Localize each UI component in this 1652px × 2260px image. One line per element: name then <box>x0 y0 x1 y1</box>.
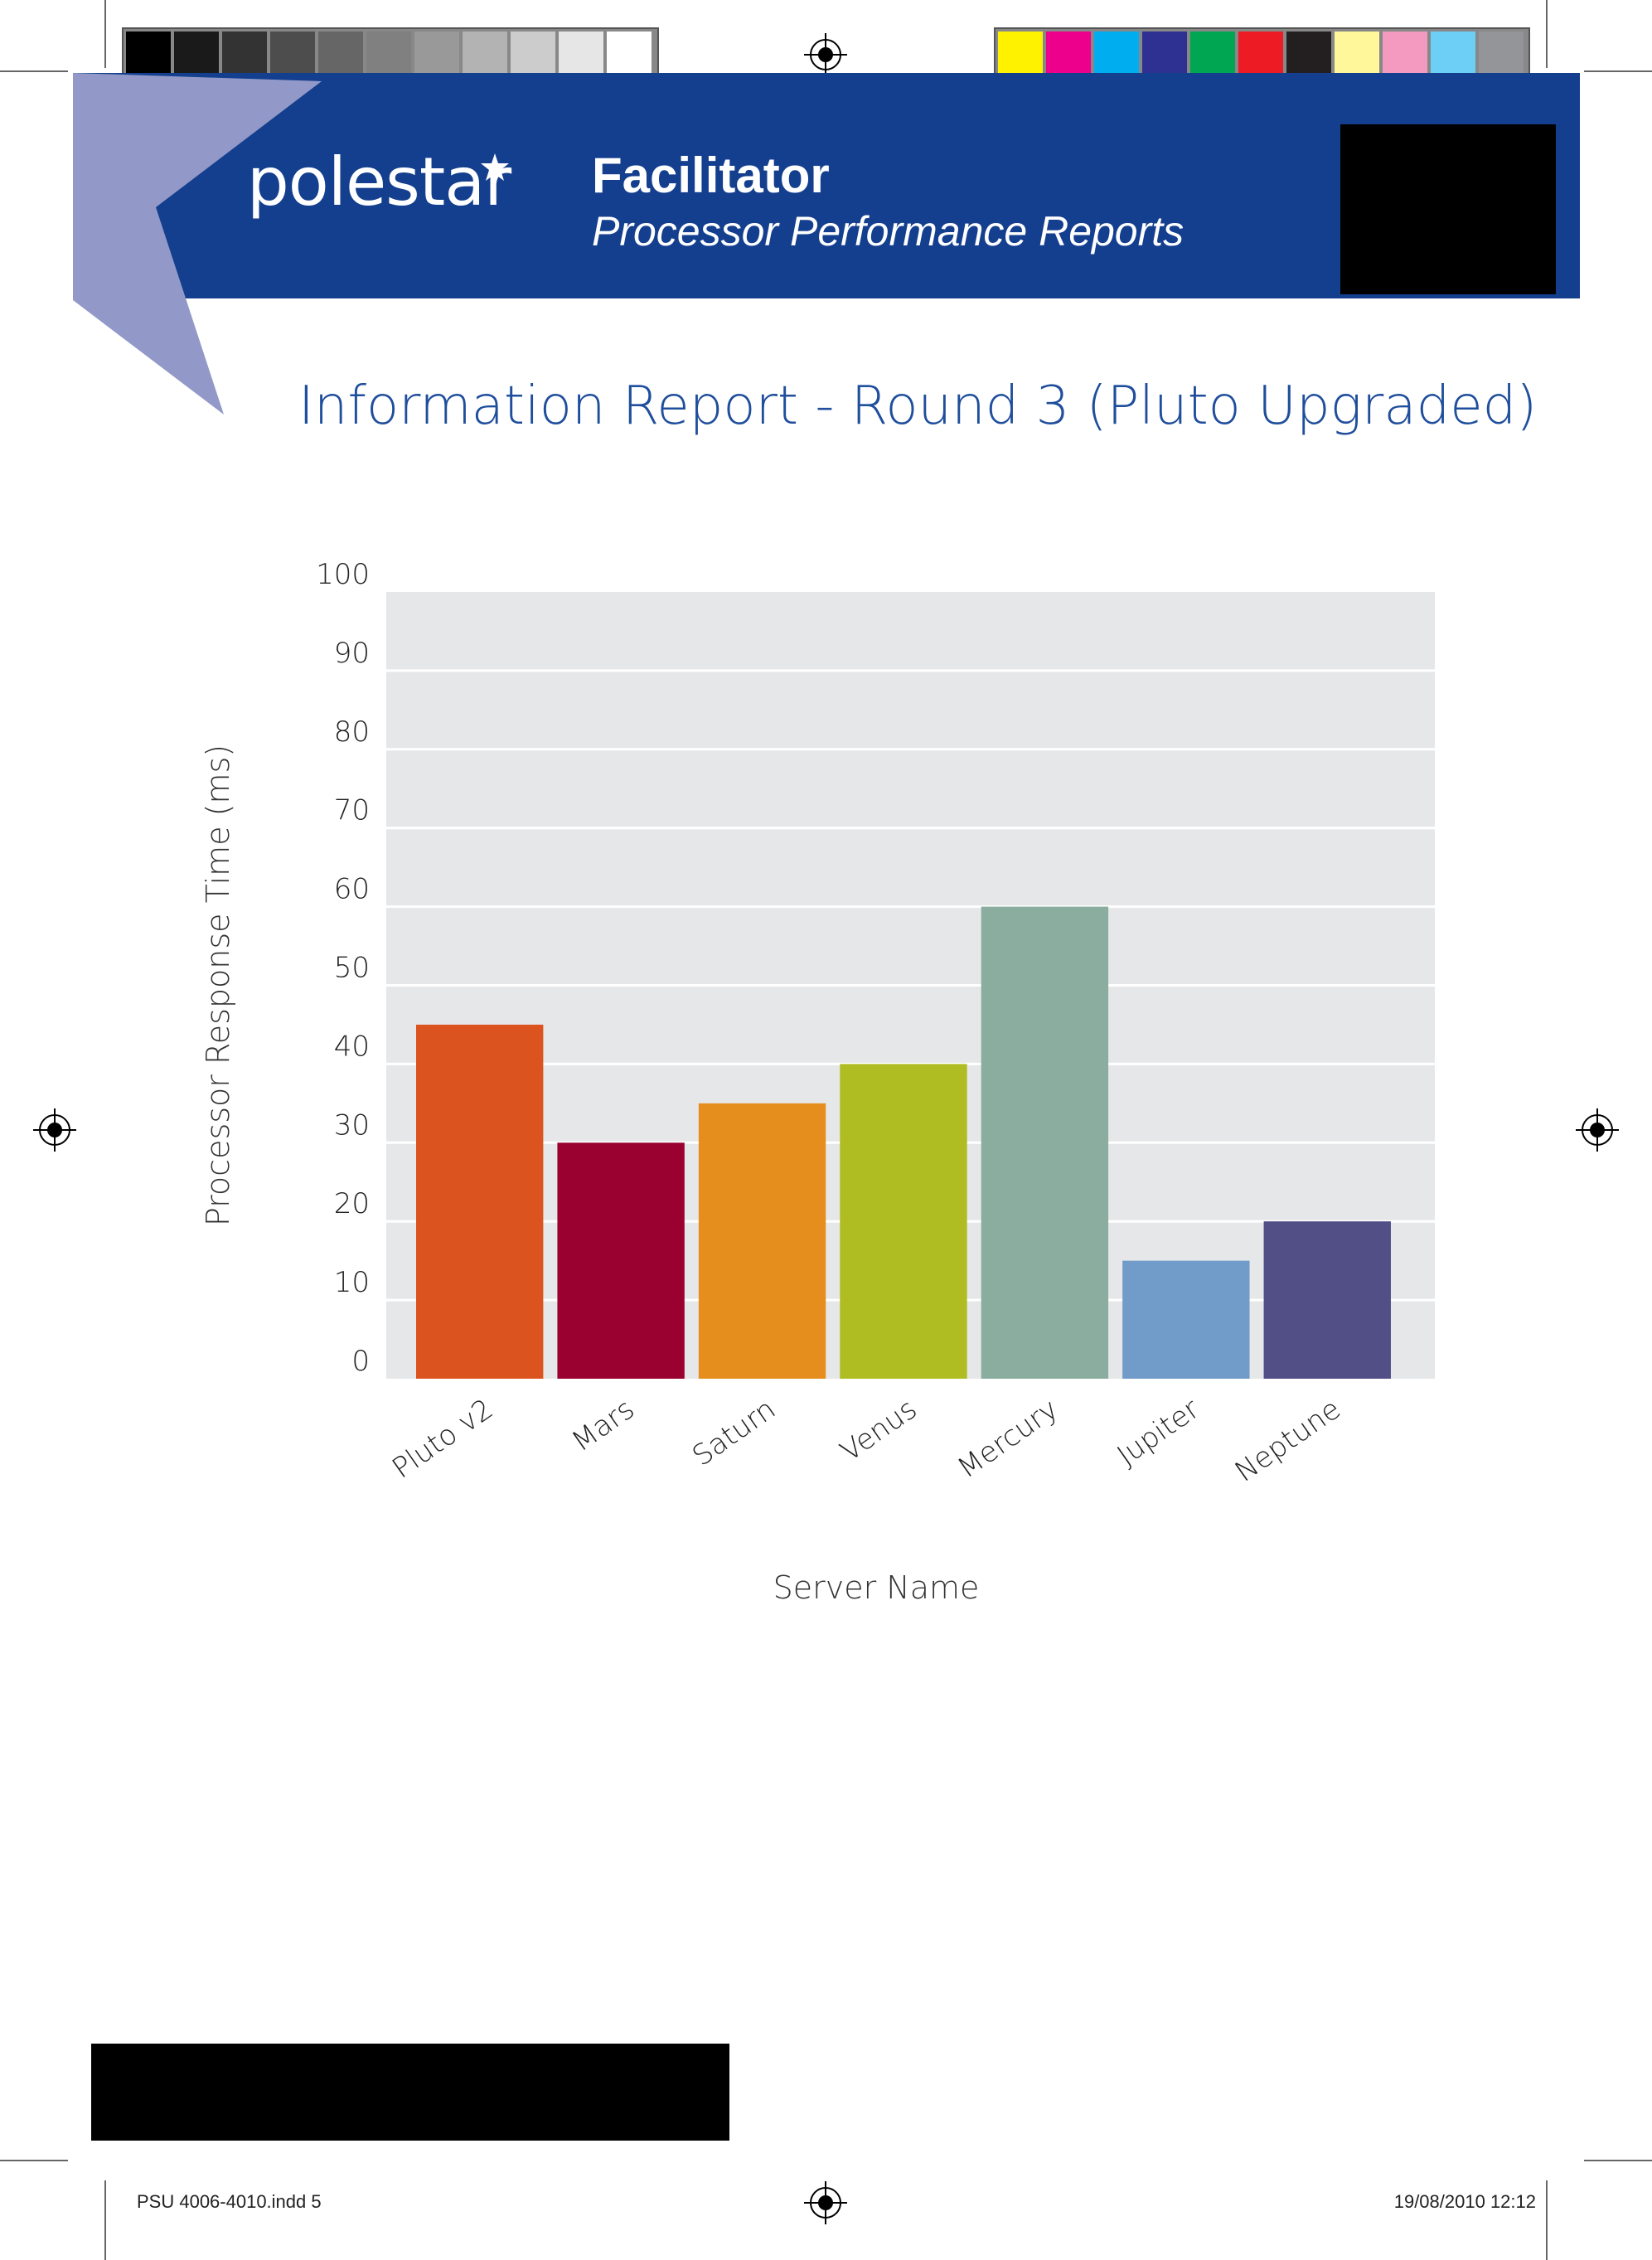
color-swatch <box>1190 32 1235 76</box>
bar-pluto-v2 <box>416 1024 544 1379</box>
registration-mark-right-icon <box>1576 1108 1619 1152</box>
grayscale-swatch <box>607 32 652 76</box>
y-tick-labels: 0 10 20 30 40 50 60 70 80 90 100 <box>316 558 370 1378</box>
registration-mark-bottom-icon <box>804 2181 847 2224</box>
bar-neptune <box>1263 1221 1391 1379</box>
bar-chart: 0 10 20 30 40 50 60 70 80 90 100 Pluto v2 Mars Satur… <box>200 558 1435 1606</box>
grayscale-swatch <box>318 32 363 76</box>
color-swatch <box>1046 32 1091 76</box>
grayscale-swatch <box>463 32 507 76</box>
y-tick-label: 40 <box>334 1030 370 1063</box>
footer-file-label: PSU 4006-4010.indd 5 <box>137 2191 322 2212</box>
y-tick-label: 60 <box>334 873 370 906</box>
x-tick-label: Neptune <box>1229 1393 1347 1489</box>
bar-jupiter <box>1122 1260 1250 1379</box>
bar-venus <box>840 1064 967 1379</box>
color-swatch <box>1142 32 1187 76</box>
x-tick-label: Saturn <box>686 1393 782 1473</box>
y-tick-label: 80 <box>334 715 370 749</box>
registration-mark-top-icon <box>804 33 847 76</box>
grayscale-swatch <box>222 32 267 76</box>
y-tick-label: 50 <box>334 952 370 985</box>
grayscale-calibration-strip <box>122 27 659 80</box>
y-tick-label: 70 <box>334 794 370 827</box>
grayscale-swatch <box>174 32 219 76</box>
color-swatch <box>998 32 1043 76</box>
color-swatch <box>1286 32 1331 76</box>
color-calibration-strip <box>994 27 1530 80</box>
registration-mark-left-icon <box>33 1108 76 1152</box>
y-tick-label: 20 <box>334 1187 370 1220</box>
color-swatch <box>1094 32 1139 76</box>
y-tick-label: 90 <box>334 637 370 670</box>
grayscale-swatch <box>270 32 315 76</box>
grayscale-swatch <box>559 32 603 76</box>
y-tick-label: 0 <box>351 1345 370 1378</box>
bar-mars <box>557 1142 685 1379</box>
bar-mercury <box>981 906 1109 1379</box>
color-swatch <box>1479 32 1524 76</box>
redacted-footer-block <box>91 2044 729 2141</box>
x-tick-labels: Pluto v2 Mars Saturn Venus Mercury Jupiter Nep… <box>386 1393 1347 1489</box>
color-swatch <box>1238 32 1283 76</box>
y-tick-label: 10 <box>334 1266 370 1299</box>
redacted-header-block <box>1340 124 1556 294</box>
y-axis-label: Processor Response Time (ms) <box>200 744 236 1226</box>
color-swatch <box>1383 32 1427 76</box>
grayscale-swatch <box>366 32 411 76</box>
bar-saturn <box>698 1103 826 1379</box>
x-tick-label: Mars <box>566 1393 641 1459</box>
grayscale-swatch <box>511 32 555 76</box>
footer-date-label: 19/08/2010 12:12 <box>1393 2191 1536 2212</box>
header-title: Facilitator <box>592 148 830 203</box>
x-axis-label: Server Name <box>773 1569 980 1606</box>
y-tick-label: 100 <box>316 558 370 591</box>
page-canvas: 0 10 20 30 40 50 60 70 80 90 100 Pluto v2 Mars Satur… <box>0 0 1652 2260</box>
header-subtitle: Processor Performance Reports <box>592 208 1184 255</box>
color-swatch <box>1431 32 1475 76</box>
grayscale-swatch <box>126 32 171 76</box>
grayscale-swatch <box>414 32 459 76</box>
report-title: Information Report - Round 3 (Pluto Upgr… <box>298 376 1538 437</box>
x-tick-label: Venus <box>835 1393 923 1468</box>
brand-logo-text: polestar <box>247 143 511 221</box>
color-swatch <box>1335 32 1379 76</box>
y-tick-label: 30 <box>334 1108 370 1142</box>
x-tick-label: Pluto v2 <box>386 1393 499 1486</box>
x-tick-label: Mercury <box>952 1393 1064 1486</box>
x-tick-label: Jupiter <box>1112 1393 1206 1472</box>
